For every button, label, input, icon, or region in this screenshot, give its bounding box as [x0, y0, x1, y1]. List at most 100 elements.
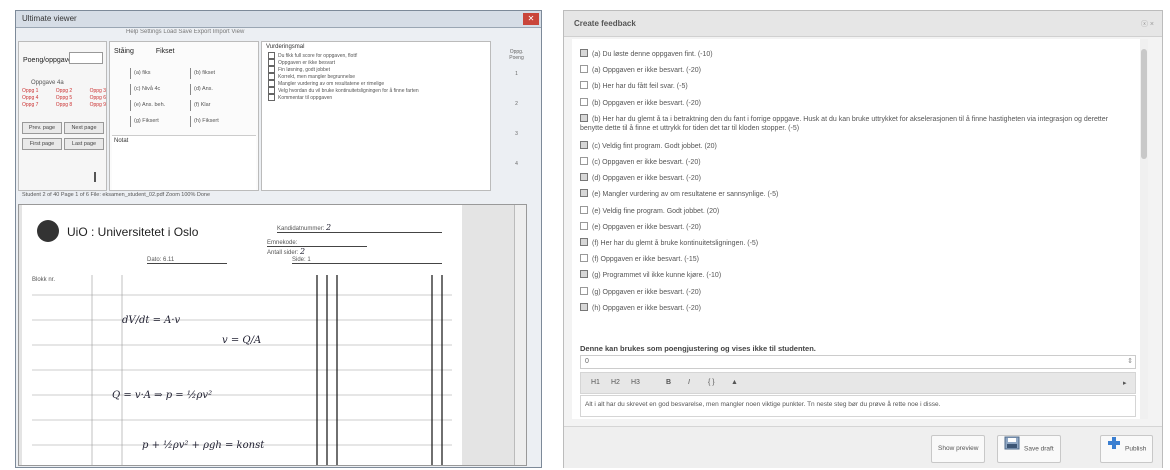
status-cell[interactable]: (a) fiks — [130, 68, 151, 79]
points-input[interactable] — [69, 52, 103, 64]
h1-button[interactable]: H1 — [591, 379, 600, 386]
criteria-panel: (a) Du løste denne oppgaven fint. (-10) (… — [572, 39, 1148, 419]
first-page-button[interactable]: First page — [22, 138, 62, 150]
criterion-label: (c) Oppgaven er ikke besvart. (-20) — [592, 159, 701, 166]
template-line[interactable]: Fin løsning, godt jobbet — [262, 66, 490, 73]
status-cell[interactable]: (b) fikset — [190, 68, 215, 79]
template-line[interactable]: Velg hvordan du vil bruke kontinuitetsli… — [262, 87, 490, 94]
criterion-label: (b) Oppgaven er ikke besvart. (-20) — [592, 99, 701, 107]
template-line[interactable]: Du fikk full score for oppgaven, flott! — [262, 52, 490, 59]
save-draft-button[interactable]: Save draft — [997, 435, 1061, 463]
criterion-label: (f) Her har du glemt å bruke kontinuitet… — [592, 240, 759, 247]
status-bar: Student 2 of 40 Page 1 of 6 File: eksame… — [22, 192, 211, 198]
criterion-checkbox[interactable] — [580, 286, 588, 295]
menu-bar[interactable]: Help Settings Load Save Export Import Vi… — [16, 29, 541, 41]
criterion-row[interactable]: (d) Oppgaven er ikke besvart. (-20) — [580, 173, 1120, 183]
criterion-checkbox[interactable] — [580, 157, 588, 165]
save-icon — [1004, 436, 1020, 462]
show-preview-button[interactable]: Show preview — [931, 435, 986, 463]
document-scrollbar[interactable] — [514, 205, 526, 465]
grading-viewer-window: Ultimate viewer ✕ Help Settings Load Sav… — [15, 10, 542, 468]
feedback-text-editor[interactable]: Alt i alt har du skrevet en god besvarel… — [580, 395, 1136, 417]
criterion-checkbox[interactable] — [580, 173, 588, 182]
status-cell[interactable]: (d) Ans. — [190, 84, 213, 95]
notes-area[interactable]: Notat — [112, 135, 256, 190]
editor-toolbar: H1 H2 H3 B I { } ▲ ▸ — [580, 372, 1136, 394]
criterion-row[interactable]: (g) Programmet vil ikke kunne kjøre. (-1… — [580, 270, 1120, 280]
status-cell[interactable]: (h) Fiksert — [190, 116, 219, 127]
criterion-row[interactable]: (f) Her har du glemt å bruke kontinuitet… — [580, 238, 1120, 248]
criterion-label: (b) Her har du fått feil svar. (-5) — [592, 83, 688, 91]
template-line[interactable]: Mangler vurdering av om resultatene er r… — [262, 80, 490, 87]
criterion-checkbox[interactable] — [580, 205, 588, 214]
criterion-row[interactable]: (g) Oppgaven er ikke besvart. (-20) — [580, 286, 1120, 297]
cursor-mark — [94, 172, 96, 182]
criterion-checkbox[interactable] — [580, 221, 588, 230]
h2-button[interactable]: H2 — [611, 379, 620, 386]
criterion-checkbox[interactable] — [580, 81, 588, 90]
template-line[interactable]: Kommentar til oppgaven — [262, 94, 490, 101]
tab-fikset[interactable]: Fikset — [156, 48, 175, 55]
image-icon[interactable]: ▲ — [731, 379, 738, 386]
score-column: Oppg. Poeng 1 2 3 4 — [494, 41, 539, 191]
prev-page-button[interactable]: Prev. page — [22, 122, 62, 134]
criterion-label: (e) Oppgaven er ikke besvart. (-20) — [592, 223, 701, 231]
status-cell[interactable]: (f) Klar — [190, 100, 211, 111]
control-panel: Poeng/oppgave Oppgave 4a Oppg 1 Oppg 2 Opp… — [18, 41, 107, 191]
status-cell[interactable]: (e) Ans. beh. — [130, 100, 165, 111]
criterion-row[interactable]: (c) Oppgaven er ikke besvart. (-20) — [580, 157, 1120, 167]
template-line[interactable]: Korrekt, men mangler begrunnelse — [262, 73, 490, 80]
close-window-button[interactable]: ✕ — [523, 13, 539, 25]
criterion-label: (b) Her har du glemt å ta i betraktning … — [580, 115, 1108, 132]
criterion-checkbox[interactable] — [580, 270, 588, 279]
score-row: Oppg 4 Oppg 5 Oppg 6 — [22, 95, 106, 101]
criterion-row[interactable]: (a) Du løste denne oppgaven fint. (-10) — [580, 49, 1120, 59]
score-row: Oppg 1 Oppg 2 Oppg 3 — [22, 88, 106, 94]
close-icon[interactable]: ⓧ × — [1141, 19, 1154, 29]
template-line[interactable]: Oppgaven er ikke besvart — [262, 59, 490, 66]
italic-button[interactable]: I — [688, 379, 690, 386]
criterion-checkbox[interactable] — [580, 97, 588, 106]
criterion-checkbox[interactable] — [580, 65, 588, 74]
criterion-label: (a) Du løste denne oppgaven fint. (-10) — [592, 51, 713, 58]
criterion-row[interactable]: (b) Her har du fått feil svar. (-5) — [580, 81, 1120, 91]
criterion-row[interactable]: (h) Oppgaven er ikke besvart. (-20) — [580, 302, 1120, 313]
status-tabs[interactable]: Ståing Fikset — [114, 48, 194, 55]
criterion-row[interactable]: (f) Oppgaven er ikke besvart. (-15) — [580, 254, 1120, 264]
criterion-checkbox[interactable] — [580, 302, 588, 311]
criterion-row[interactable]: (c) Veldig fint program. Godt jobbet. (2… — [580, 140, 1120, 151]
adjustment-note: Denne kan brukes som poengjustering og v… — [580, 344, 816, 353]
criteria-scrollbar[interactable] — [1140, 39, 1148, 419]
criterion-row[interactable]: (a) Oppgaven er ikke besvart. (-20) — [580, 65, 1120, 75]
criterion-label: (d) Oppgaven er ikke besvart. (-20) — [592, 175, 701, 183]
criterion-checkbox[interactable] — [580, 49, 588, 57]
criterion-checkbox[interactable] — [580, 140, 588, 149]
criterion-row[interactable]: (e) Veldig fine program. Godt jobbet. (2… — [580, 205, 1120, 216]
scroll-thumb[interactable] — [1141, 49, 1147, 159]
criterion-checkbox[interactable] — [580, 189, 588, 198]
task-score-rows: Oppg 1 Oppg 2 Oppg 3 Oppg 4 Oppg 5 Oppg 6 Op… — [22, 88, 106, 109]
next-page-button[interactable]: Next page — [64, 122, 104, 134]
points-label: Poeng/oppgave — [23, 57, 73, 64]
document-viewer[interactable]: UiO : Universitetet i Oslo Kandidatnumme… — [18, 204, 527, 466]
points-adjustment-input[interactable]: 0 ⇕ — [580, 355, 1136, 369]
status-cell[interactable]: (g) Fiksert — [130, 116, 159, 127]
criterion-row[interactable]: (e) Mangler vurdering av om resultatene … — [580, 189, 1120, 199]
criterion-row[interactable]: (e) Oppgaven er ikke besvart. (-20) — [580, 221, 1120, 232]
tab-staaing[interactable]: Ståing — [114, 48, 134, 55]
criterion-row[interactable]: (b) Oppgaven er ikke besvart. (-20) — [580, 97, 1120, 108]
publish-button[interactable]: Publish — [1100, 435, 1154, 463]
criterion-checkbox[interactable] — [580, 254, 588, 263]
spinner-icon[interactable]: ⇕ — [1127, 357, 1133, 365]
bold-button[interactable]: B — [666, 379, 671, 386]
criterion-row[interactable]: (b) Her har du glemt å ta i betraktning … — [580, 113, 1120, 133]
expand-icon[interactable]: ▸ — [1123, 379, 1127, 387]
criterion-checkbox[interactable] — [580, 113, 588, 122]
dialog-header: Create feedback ⓧ × — [564, 11, 1162, 37]
code-button[interactable]: { } — [708, 379, 715, 386]
handwriting-line-2: v = Q/A — [222, 335, 262, 346]
criterion-checkbox[interactable] — [580, 238, 588, 246]
status-cell[interactable]: (c) Nivå 4c — [130, 84, 160, 95]
h3-button[interactable]: H3 — [631, 379, 640, 386]
last-page-button[interactable]: Last page — [64, 138, 104, 150]
